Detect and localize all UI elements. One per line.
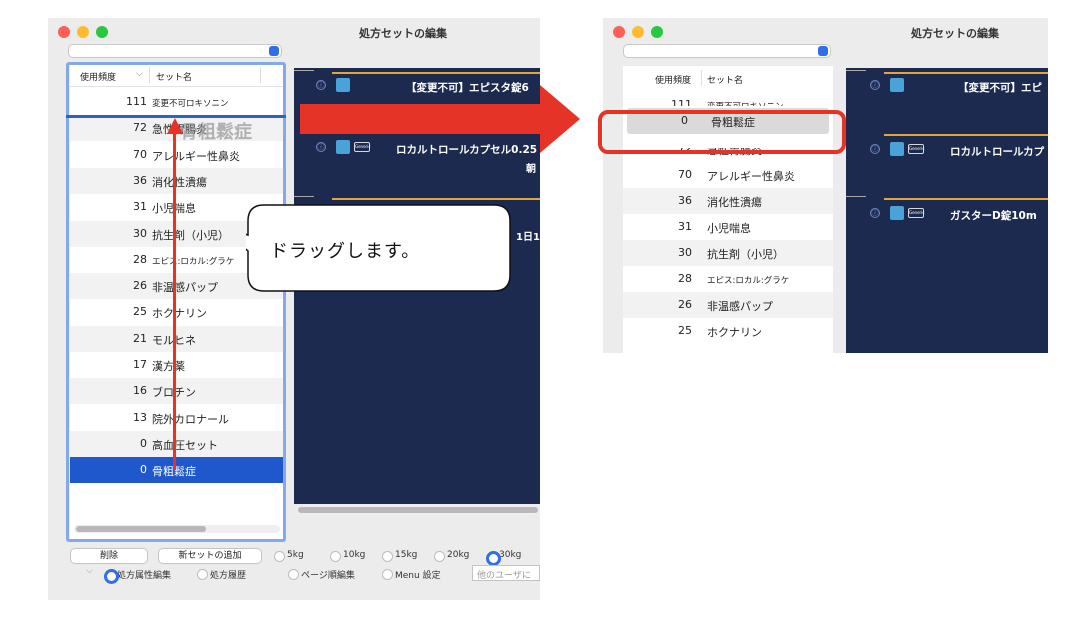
- list-item[interactable]: 26 非温感パップ: [623, 292, 833, 318]
- chevron-down-icon[interactable]: ⌵: [86, 566, 93, 576]
- right-window: 処方セットの編集 使用頻度 セット名 111変更不可ロキソニン0骨粗鬆症72急性…: [603, 18, 1048, 353]
- set-name: 抗生剤（小児）: [707, 248, 784, 261]
- delete-button[interactable]: 削除: [70, 548, 148, 564]
- set-name: ホクナリン: [707, 326, 762, 339]
- list-item[interactable]: 111 変更不可ロキソニン: [623, 94, 833, 106]
- card-divider: [884, 134, 1048, 136]
- card-divider: [294, 196, 314, 197]
- drug-icon: [890, 78, 904, 92]
- usage-count: 111: [671, 98, 692, 106]
- card-drug-name: ロカルトロールカプセル0.25: [396, 144, 538, 156]
- set-name: 非温感パップ: [707, 300, 773, 313]
- top-toolbar: [603, 44, 1048, 66]
- generic-badge-icon: Generic: [908, 208, 925, 218]
- list-highlight-frame: [66, 62, 286, 542]
- column-divider: [701, 70, 702, 86]
- chevron-down-icon[interactable]: [818, 46, 828, 56]
- window-title: 処方セットの編集: [911, 27, 999, 40]
- weight-20kg-radio[interactable]: 20kg: [434, 550, 469, 562]
- set-name: エピス:ロカル:グラケ: [707, 276, 790, 286]
- list-item[interactable]: 70 アレルギー性鼻炎: [623, 162, 833, 188]
- list-header: 使用頻度 セット名: [623, 66, 833, 90]
- minimize-window-icon[interactable]: [77, 26, 89, 38]
- usage-count: 28: [678, 272, 692, 285]
- set-name: 変更不可ロキソニン: [707, 100, 784, 106]
- add-set-button[interactable]: 新セットの追加: [158, 548, 262, 564]
- scrollbar-thumb[interactable]: [298, 507, 538, 513]
- info-icon[interactable]: ⓘ: [316, 80, 326, 90]
- card-divider: [884, 198, 1048, 200]
- weight-10kg-radio[interactable]: 10kg: [330, 550, 365, 562]
- set-name: 消化性潰瘍: [707, 196, 762, 209]
- prescription-preview-pane: ⓘ 【変更不可】エピ ⓘ Generic ロカルトロールカプ ⓘ Generic…: [846, 68, 1048, 353]
- header-usage-frequency[interactable]: 使用頻度: [655, 73, 691, 86]
- generic-badge-icon: Generic: [354, 142, 371, 152]
- card-drug-name: 【変更不可】エピスタ錠6: [406, 82, 529, 94]
- weight-5kg-radio[interactable]: 5kg: [274, 550, 304, 562]
- window-title: 処方セットの編集: [359, 27, 447, 40]
- list-item[interactable]: 30 抗生剤（小児）: [623, 240, 833, 266]
- card-dosage: 1日1: [516, 232, 540, 243]
- set-name: 小児喘息: [707, 222, 751, 235]
- generic-badge-icon: Generic: [908, 144, 925, 154]
- set-name: アレルギー性鼻炎: [707, 170, 795, 183]
- drug-icon: [336, 78, 350, 92]
- close-window-icon[interactable]: [58, 26, 70, 38]
- usage-count: 30: [678, 246, 692, 259]
- zoom-window-icon[interactable]: [651, 26, 663, 38]
- card-divider: [846, 196, 866, 197]
- card-divider: [846, 70, 866, 71]
- set-selector[interactable]: [623, 44, 831, 58]
- info-icon[interactable]: ⓘ: [870, 144, 880, 154]
- big-arrow-head: [540, 85, 580, 153]
- moved-row-highlight: [598, 110, 846, 154]
- list-item[interactable]: 25 ホクナリン: [623, 318, 833, 344]
- preview-horizontal-scrollbar[interactable]: [296, 506, 540, 514]
- info-icon[interactable]: ⓘ: [870, 80, 880, 90]
- prescription-history-radio[interactable]: 処方履歴: [197, 568, 246, 581]
- drug-icon: [336, 140, 350, 154]
- usage-count: 26: [678, 298, 692, 311]
- card-drug-name: 【変更不可】エピ: [958, 82, 1042, 94]
- zoom-window-icon[interactable]: [96, 26, 108, 38]
- menu-settings-radio[interactable]: Menu 設定: [382, 568, 441, 581]
- usage-count: 31: [678, 220, 692, 233]
- usage-count: 70: [678, 168, 692, 181]
- card-divider: [884, 72, 1048, 74]
- title-bar: 処方セットの編集: [48, 18, 540, 46]
- card-divider: [332, 72, 540, 74]
- weight-15kg-radio[interactable]: 15kg: [382, 550, 417, 562]
- big-arrow-body: [300, 104, 540, 134]
- usage-count: 36: [678, 194, 692, 207]
- info-icon[interactable]: ⓘ: [870, 208, 880, 218]
- minimize-window-icon[interactable]: [632, 26, 644, 38]
- close-window-icon[interactable]: [613, 26, 625, 38]
- card-divider: [294, 70, 314, 71]
- card-drug-name: ロカルトロールカプ: [950, 146, 1045, 158]
- other-user-field[interactable]: 他のユーザに: [472, 565, 540, 581]
- info-icon[interactable]: ⓘ: [316, 142, 326, 152]
- list-item[interactable]: 31 小児喘息: [623, 214, 833, 240]
- list-item[interactable]: 28 エピス:ロカル:グラケ: [623, 266, 833, 292]
- prescription-attribute-radio[interactable]: 処方属性編集: [104, 568, 171, 584]
- usage-count: 25: [678, 324, 692, 337]
- title-bar: 処方セットの編集: [603, 18, 1048, 46]
- drug-icon: [890, 206, 904, 220]
- card-dosage: 朝: [526, 164, 536, 175]
- list-item[interactable]: 36 消化性潰瘍: [623, 188, 833, 214]
- header-set-name[interactable]: セット名: [707, 73, 743, 86]
- card-divider: [332, 198, 540, 200]
- set-selector[interactable]: [68, 44, 282, 58]
- drug-icon: [890, 142, 904, 156]
- page-order-radio[interactable]: ページ順編集: [288, 568, 355, 581]
- drag-ghost-label: 骨粗鬆症: [180, 122, 252, 143]
- chevron-down-icon[interactable]: [269, 46, 279, 56]
- card-drug-name: ガスターD錠10m: [950, 210, 1037, 222]
- callout-text: ドラッグします。: [270, 241, 421, 262]
- drag-arrow-line: [173, 132, 176, 470]
- weight-30kg-radio[interactable]: 30kg: [486, 550, 521, 566]
